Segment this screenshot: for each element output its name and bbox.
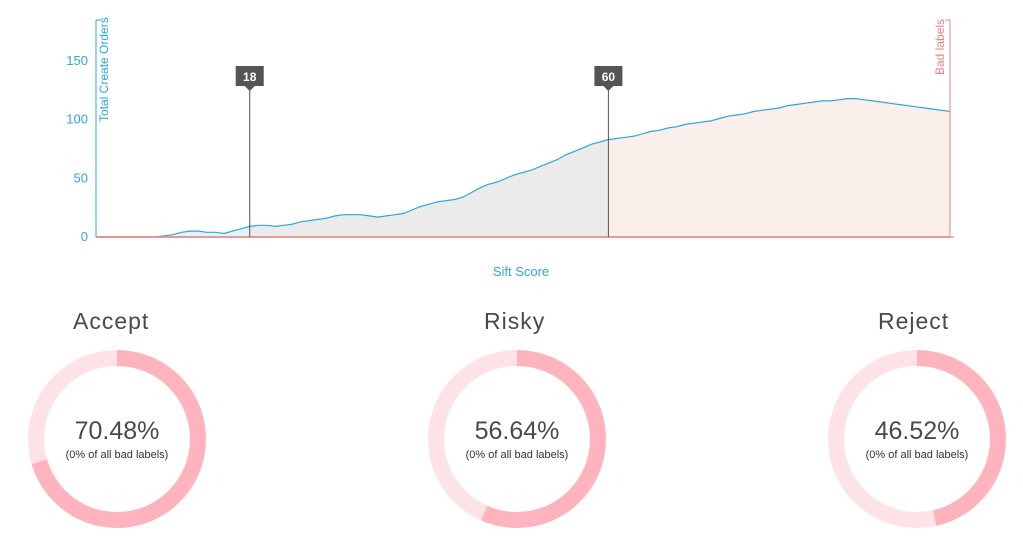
region-risky (249, 139, 609, 237)
x-axis-label: Sift Score (493, 264, 549, 279)
y-axis-left-label: Total Create Orders (97, 17, 111, 122)
y-tick-label: 150 (66, 53, 88, 68)
donut-hole: 56.64% (0% of all bad labels) (444, 366, 590, 512)
donut-title: Accept (73, 308, 150, 334)
threshold-label: 60 (602, 70, 616, 84)
score-distribution-chart: 0 50 100 150 18 60 Total Create Orders Bad l… (66, 17, 954, 279)
threshold-label: 18 (243, 70, 257, 84)
donut-ring: 46.52% (0% of all bad labels) (828, 350, 1006, 528)
region-accept (96, 226, 250, 237)
donut-hole: 46.52% (0% of all bad labels) (844, 366, 990, 512)
y-tick-label: 100 (66, 112, 88, 127)
y-tick-label: 50 (74, 170, 88, 185)
donut-subtitle: (0% of all bad labels) (865, 449, 969, 461)
donut-ring: 70.48% (0% of all bad labels) (28, 350, 206, 528)
donut-percent: 46.52% (874, 417, 960, 445)
donut-subtitle: (0% of all bad labels) (65, 449, 169, 461)
y-tick-label: 0 (81, 229, 88, 244)
donut-hole: 70.48% (0% of all bad labels) (44, 366, 190, 512)
donut-title: Reject (878, 308, 950, 334)
donut-reject: Reject 46.52% (0% of all bad labels) (828, 308, 1018, 538)
y-tick-labels: 0 50 100 150 (66, 53, 88, 244)
y-axis-right-label: Bad labels (933, 19, 947, 75)
donut-ring: 56.64% (0% of all bad labels) (428, 350, 606, 528)
donut-percent: 56.64% (474, 417, 560, 445)
donut-subtitle: (0% of all bad labels) (465, 449, 569, 461)
donut-title: Risky (484, 308, 546, 334)
score-regions (96, 98, 950, 237)
donut-accept: Accept 70.48% (0% of all bad labels) (28, 308, 218, 538)
donut-risky: Risky 56.64% (0% of all bad labels) (428, 308, 618, 538)
region-reject (608, 98, 950, 237)
donut-percent: 70.48% (74, 417, 160, 445)
